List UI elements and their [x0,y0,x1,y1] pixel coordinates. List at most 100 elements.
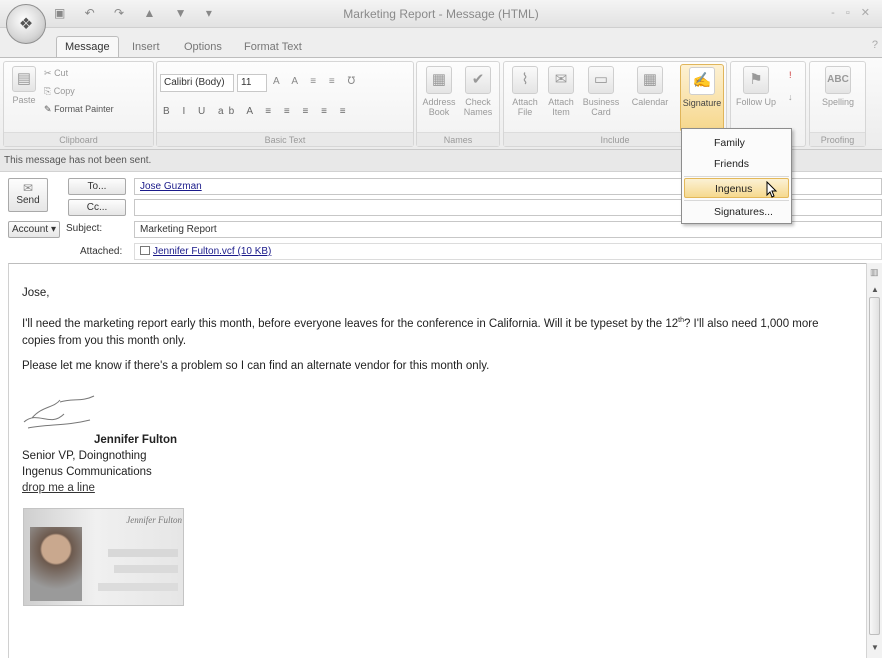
basic-text-group: Calibri (Body) 11 A A ≡ ≡ ℧ B I U ab A ≡… [156,61,414,147]
signature-menu: Family Friends Ingenus Signatures... [681,128,792,224]
check-names-label: Check Names [463,97,493,117]
card-line [98,583,178,591]
to-recipient[interactable]: Jose Guzman [140,181,202,192]
check-names-button[interactable]: ✔ Check Names [460,66,496,117]
copy-button[interactable]: ⎘ Copy [44,86,75,97]
low-importance-icon[interactable]: ↓ [788,92,793,102]
signature-link-line: drop me a line [22,480,142,497]
signature-menu-item-family[interactable]: Family [684,133,789,153]
attach-item-icon: ✉ [548,66,574,94]
calendar-button[interactable]: ▦ Calendar [622,66,678,107]
address-book-button[interactable]: ▦ Address Book [421,66,457,117]
business-card-image: Jennifer Fulton [23,508,184,606]
font-size-select[interactable]: 11 [237,74,267,92]
attach-item-label: Attach Item [548,97,574,117]
proofing-group: ABC Spelling Proofing [809,61,866,147]
help-icon[interactable]: ? [872,39,878,51]
paragraph-2: Please let me know if there's a problem … [22,360,490,372]
attach-file-button[interactable]: ⌇ Attach File [508,66,542,117]
spelling-button[interactable]: ABC Spelling [816,66,860,107]
proofing-group-label: Proofing [810,132,865,146]
send-label: Send [16,195,40,206]
window-controls[interactable]: - ▫ ✕ [831,6,874,19]
business-card-label: Business Card [582,97,620,117]
attach-item-button[interactable]: ✉ Attach Item [544,66,578,117]
check-names-icon: ✔ [465,66,491,94]
address-book-label: Address Book [422,97,456,117]
copy-icon: ⎘ [44,86,52,96]
card-line [114,565,178,573]
scroll-thumb[interactable] [869,297,880,635]
tab-format-text[interactable]: Format Text [238,38,308,58]
greeting: Jose, [22,287,50,299]
names-group: ▦ Address Book ✔ Check Names Names [416,61,500,147]
mouse-cursor-icon [766,181,778,198]
cc-button[interactable]: Cc... [68,199,126,216]
signature-company: Ingenus Communications [22,466,152,478]
spelling-label: Spelling [821,97,855,107]
signature-title: Senior VP, Doingnothing [22,450,147,462]
copy-label: Copy [53,86,75,96]
send-icon: ✉ [22,181,34,195]
clipboard-group-label: Clipboard [4,132,153,146]
vertical-scrollbar[interactable]: ▥ ▲ ▼ [866,263,882,658]
signature-icon: ✍ [689,67,715,95]
format-painter-label: Format Painter [54,104,114,114]
handwritten-signature-image [23,395,95,429]
scroll-down-icon[interactable]: ▼ [871,643,879,652]
clipboard-group: ▤ Paste ✂ Cut ⎘ Copy ✎ Format Painter Cl… [3,61,154,147]
menu-divider [684,200,789,201]
photo-image [30,527,82,601]
signature-menu-item-friends[interactable]: Friends [684,154,789,174]
office-logo-icon: ❖ [18,16,34,33]
vcard-icon [140,246,150,255]
paste-label: Paste [12,95,36,105]
spelling-icon: ABC [825,66,851,94]
chevron-down-icon: ▾ [50,224,56,235]
signature-menu-item-signatures[interactable]: Signatures... [684,202,789,222]
flag-icon: ⚑ [743,66,769,94]
attach-file-label: Attach File [512,97,538,117]
business-card-icon: ▭ [588,66,614,94]
tab-message[interactable]: Message [56,36,119,59]
scroll-up-icon[interactable]: ▲ [871,285,879,294]
cut-button[interactable]: ✂ Cut [44,68,68,79]
basic-text-group-label: Basic Text [157,132,413,146]
signature-button[interactable]: ✍ Signature [680,64,724,132]
window-title: Marketing Report - Message (HTML) [343,7,539,21]
format-buttons-row[interactable]: B I U ab A ≡ ≡ ≡ ≡ ≡ [163,106,351,117]
text-controls-row[interactable]: A A ≡ ≡ ℧ [273,76,360,87]
names-group-label: Names [417,132,499,146]
business-card-button[interactable]: ▭ Business Card [581,66,621,117]
tab-options[interactable]: Options [178,38,228,58]
to-button[interactable]: To... [68,178,126,195]
menu-divider [684,176,789,177]
ribbon-tabs: Message Insert Options Format Text ? [0,28,882,59]
high-importance-icon[interactable]: ! [789,70,792,80]
signature-name: Jennifer Fulton [94,434,178,446]
paragraph-1: I'll need the marketing report early thi… [22,312,852,350]
paragraph-1-text: I'll need the marketing report early thi… [22,317,679,330]
scissors-icon: ✂ [44,68,52,78]
paste-button[interactable]: ▤ Paste [10,66,38,105]
follow-up-button[interactable]: ⚑ Follow Up [735,66,777,107]
address-book-icon: ▦ [426,66,452,94]
format-painter-button[interactable]: ✎ Format Painter [44,104,114,115]
ruler-icon[interactable]: ▥ [870,267,879,278]
subject-label: Subject: [66,223,103,234]
attachment-field: Jennifer Fulton.vcf (10 KB) [134,243,882,260]
font-name-select[interactable]: Calibri (Body) [160,74,234,92]
account-button[interactable]: Account ▾ [8,221,60,238]
office-button[interactable]: ❖ [6,4,46,44]
follow-up-label: Follow Up [735,97,776,107]
signature-label: Signature [682,98,722,108]
calendar-icon: ▦ [637,66,663,94]
drop-me-a-line-link[interactable]: drop me a line [22,482,95,494]
tab-insert[interactable]: Insert [126,38,166,58]
send-button[interactable]: ✉ Send [8,178,48,212]
card-line [108,549,178,557]
cut-label: Cut [54,68,69,78]
paste-icon: ▤ [12,66,36,92]
attachment-link[interactable]: Jennifer Fulton.vcf (10 KB) [153,246,271,257]
card-name: Jennifer Fulton [126,515,182,525]
